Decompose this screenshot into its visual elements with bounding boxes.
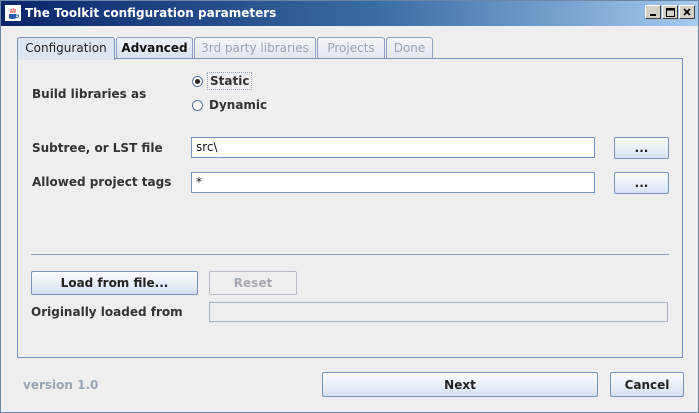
version-label: version 1.0 xyxy=(23,378,99,392)
close-button[interactable] xyxy=(679,5,695,19)
project-tags-browse-button[interactable]: ... xyxy=(614,172,669,194)
subtree-input[interactable]: src\ xyxy=(191,137,595,158)
close-icon xyxy=(683,8,691,16)
radio-static-button[interactable] xyxy=(192,75,203,87)
project-tags-input[interactable]: * xyxy=(191,172,595,193)
tab-advanced[interactable]: Advanced xyxy=(116,37,193,58)
tab-configuration[interactable]: Configuration xyxy=(17,37,115,60)
reset-button[interactable]: Reset xyxy=(209,271,297,295)
radio-dynamic-button[interactable] xyxy=(192,99,203,111)
subtree-browse-button[interactable]: ... xyxy=(614,137,669,159)
radio-selected-dot xyxy=(195,78,200,84)
maximize-button[interactable] xyxy=(662,5,678,19)
radio-static-label[interactable]: Static xyxy=(206,72,253,90)
maximize-icon xyxy=(665,7,675,17)
minimize-button[interactable] xyxy=(645,5,661,19)
originally-loaded-label: Originally loaded from xyxy=(31,305,183,319)
cancel-button[interactable]: Cancel xyxy=(610,372,684,397)
minimize-icon xyxy=(650,14,656,16)
tab-3rd-party-libraries[interactable]: 3rd party libraries xyxy=(194,37,316,58)
radio-dynamic-label[interactable]: Dynamic xyxy=(209,98,267,112)
tab-done[interactable]: Done xyxy=(386,37,433,58)
title-bar[interactable]: The Toolkit configuration parameters xyxy=(1,1,698,26)
configuration-panel: Build libraries as Static Dynamic Subtre… xyxy=(17,58,683,358)
window-title: The Toolkit configuration parameters xyxy=(25,6,277,20)
radio-dynamic[interactable]: Dynamic xyxy=(192,98,267,112)
separator xyxy=(31,254,669,255)
tab-projects[interactable]: Projects xyxy=(317,37,385,58)
build-libraries-label: Build libraries as xyxy=(32,87,147,101)
project-tags-label: Allowed project tags xyxy=(32,175,172,189)
radio-static[interactable]: Static xyxy=(192,72,253,90)
originally-loaded-field xyxy=(209,302,668,322)
load-from-file-button[interactable]: Load from file... xyxy=(31,271,198,295)
subtree-label: Subtree, or LST file xyxy=(32,141,163,155)
config-window: The Toolkit configuration parameters Con… xyxy=(0,0,699,413)
next-button[interactable]: Next xyxy=(322,372,598,397)
java-cup-icon xyxy=(5,5,21,21)
